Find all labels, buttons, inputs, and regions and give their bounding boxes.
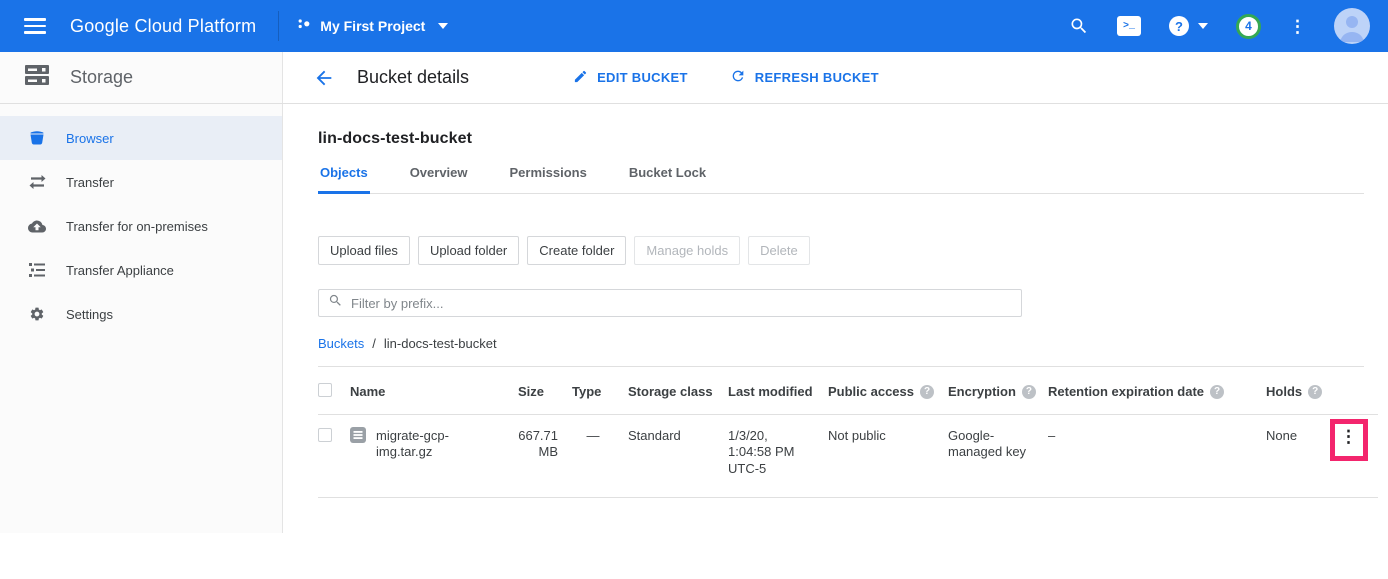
breadcrumb-link-buckets[interactable]: Buckets bbox=[318, 336, 364, 351]
project-name: My First Project bbox=[320, 18, 425, 34]
help-icon: ? bbox=[1169, 16, 1189, 36]
help-icon[interactable]: ? bbox=[920, 385, 934, 399]
page-title: Bucket details bbox=[357, 67, 469, 88]
search-icon[interactable] bbox=[1069, 16, 1089, 36]
help-icon[interactable]: ? bbox=[1022, 385, 1036, 399]
tab-bar: Objects Overview Permissions Bucket Lock bbox=[318, 165, 1364, 194]
edit-bucket-button[interactable]: EDIT BUCKET bbox=[573, 69, 688, 87]
object-last-modified: 1/3/20, 1:04:58 PM UTC-5 bbox=[728, 415, 828, 498]
sidebar-item-label: Browser bbox=[66, 131, 114, 146]
sidebar-item-label: Transfer bbox=[66, 175, 114, 190]
back-button[interactable] bbox=[313, 67, 335, 89]
help-chevron-icon bbox=[1198, 23, 1208, 29]
object-storage-class: Standard bbox=[628, 415, 728, 498]
sidebar-item-label: Settings bbox=[66, 307, 113, 322]
object-size: 667.71 MB bbox=[518, 415, 572, 498]
search-icon bbox=[328, 293, 343, 313]
storage-product-icon bbox=[24, 64, 50, 91]
sidebar-item-label: Transfer Appliance bbox=[66, 263, 174, 278]
hamburger-menu-icon[interactable] bbox=[24, 18, 46, 34]
project-icon bbox=[297, 17, 311, 36]
column-header-encryption: Encryption? bbox=[948, 367, 1048, 415]
object-name[interactable]: migrate-gcp-img.tar.gz bbox=[376, 428, 504, 461]
breadcrumb: Buckets / lin-docs-test-bucket bbox=[318, 336, 1378, 351]
pencil-icon bbox=[573, 69, 588, 87]
delete-button: Delete bbox=[748, 236, 810, 265]
help-menu[interactable]: ? bbox=[1169, 16, 1208, 36]
manage-holds-button: Manage holds bbox=[634, 236, 740, 265]
breadcrumb-separator: / bbox=[372, 336, 376, 351]
transfer-arrows-icon bbox=[28, 175, 46, 189]
sidebar-header: Storage bbox=[0, 52, 283, 103]
topbar: Google Cloud Platform My First Project >… bbox=[0, 0, 1388, 52]
cloud-shell-icon[interactable]: >_ bbox=[1117, 16, 1141, 36]
object-retention-expiration-date: – bbox=[1048, 415, 1266, 498]
object-encryption: Google-managed key bbox=[948, 415, 1048, 498]
refresh-icon bbox=[730, 68, 746, 87]
filter-prefix-box bbox=[318, 289, 1022, 317]
column-header-public-access: Public access? bbox=[828, 367, 948, 415]
topbar-divider bbox=[278, 11, 279, 41]
column-header-retention-expiration-date: Retention expiration date? bbox=[1048, 367, 1266, 415]
file-icon bbox=[350, 427, 366, 447]
sidebar-item-transfer-appliance[interactable]: Transfer Appliance bbox=[0, 248, 282, 292]
tab-permissions[interactable]: Permissions bbox=[508, 165, 589, 193]
avatar[interactable] bbox=[1334, 8, 1370, 44]
help-icon[interactable]: ? bbox=[1308, 385, 1322, 399]
column-header-holds: Holds? bbox=[1266, 367, 1332, 415]
upload-files-button[interactable]: Upload files bbox=[318, 236, 410, 265]
tab-bucket-lock[interactable]: Bucket Lock bbox=[627, 165, 708, 193]
object-public-access: Not public bbox=[828, 415, 948, 498]
brand-title: Google Cloud Platform bbox=[70, 16, 256, 37]
select-all-checkbox[interactable] bbox=[318, 383, 332, 397]
sidebar: Browser Transfer Transfer for on-premise… bbox=[0, 104, 283, 533]
sidebar-item-transfer[interactable]: Transfer bbox=[0, 160, 282, 204]
topbar-overflow-icon[interactable]: ⋮ bbox=[1289, 18, 1306, 35]
create-folder-button[interactable]: Create folder bbox=[527, 236, 626, 265]
sidebar-item-transfer-on-premises[interactable]: Transfer for on-premises bbox=[0, 204, 282, 248]
bucket-name: lin-docs-test-bucket bbox=[318, 130, 1378, 148]
column-header-size: Size bbox=[518, 367, 572, 415]
table-header-row: Name Size Type Storage class Last modifi… bbox=[318, 367, 1378, 415]
cloud-upload-icon bbox=[28, 220, 46, 233]
row-checkbox[interactable] bbox=[318, 428, 332, 442]
bucket-icon bbox=[28, 130, 46, 146]
upload-folder-button[interactable]: Upload folder bbox=[418, 236, 519, 265]
gear-icon bbox=[28, 306, 46, 322]
column-header-type: Type bbox=[572, 367, 628, 415]
sidebar-item-settings[interactable]: Settings bbox=[0, 292, 282, 336]
main-content: lin-docs-test-bucket Objects Overview Pe… bbox=[283, 104, 1388, 533]
object-actions: Upload files Upload folder Create folder… bbox=[318, 236, 1378, 265]
chevron-down-icon bbox=[438, 23, 448, 29]
sidebar-title: Storage bbox=[70, 67, 133, 88]
refresh-bucket-button[interactable]: REFRESH BUCKET bbox=[730, 68, 879, 87]
breadcrumb-current: lin-docs-test-bucket bbox=[384, 336, 497, 351]
object-type: — bbox=[572, 415, 628, 498]
column-header-name: Name bbox=[350, 367, 518, 415]
notifications-badge[interactable]: 4 bbox=[1236, 14, 1261, 39]
table-row: migrate-gcp-img.tar.gz 667.71 MB — Stand… bbox=[318, 415, 1378, 498]
subheader: Storage Bucket details EDIT BUCKET REFRE… bbox=[0, 52, 1388, 104]
filter-prefix-input[interactable] bbox=[351, 296, 1012, 311]
objects-table: Name Size Type Storage class Last modifi… bbox=[318, 367, 1378, 498]
column-header-storage-class: Storage class bbox=[628, 367, 728, 415]
tab-objects[interactable]: Objects bbox=[318, 165, 370, 194]
appliance-icon bbox=[28, 263, 46, 277]
help-icon[interactable]: ? bbox=[1210, 385, 1224, 399]
row-overflow-menu-icon[interactable]: ⋮ bbox=[1332, 423, 1365, 450]
project-selector[interactable]: My First Project bbox=[297, 17, 448, 36]
sidebar-item-browser[interactable]: Browser bbox=[0, 116, 282, 160]
tab-overview[interactable]: Overview bbox=[408, 165, 470, 193]
object-holds: None bbox=[1266, 415, 1332, 498]
sidebar-item-label: Transfer for on-premises bbox=[66, 219, 208, 234]
column-header-last-modified: Last modified bbox=[728, 367, 828, 415]
